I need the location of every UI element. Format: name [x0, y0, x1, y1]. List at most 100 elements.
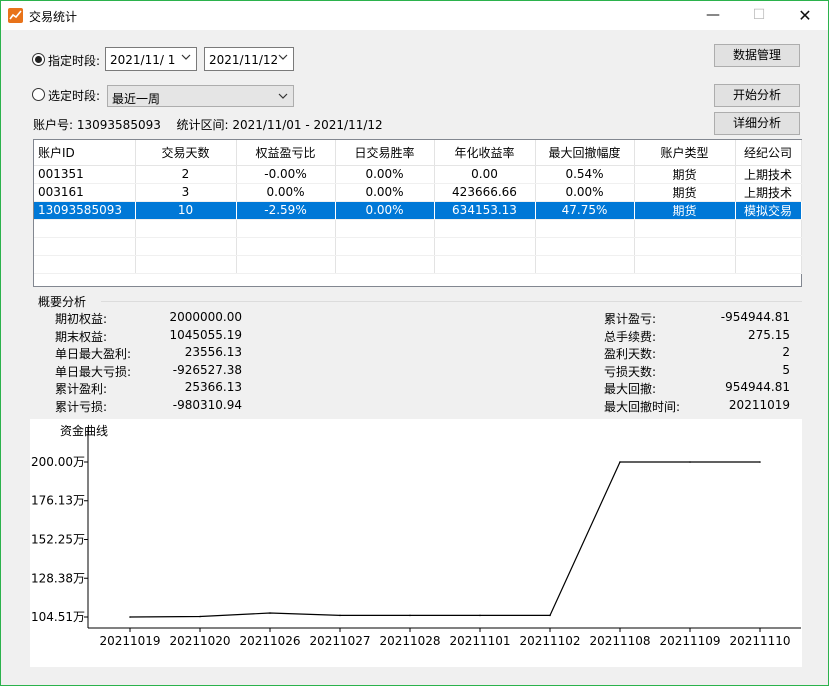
cell-trade-days: 3 [135, 183, 237, 202]
summary-label: 累计亏损: [55, 400, 108, 414]
summary-label: 期初权益: [55, 312, 108, 326]
summary-value: 954944.81 [725, 380, 790, 394]
chevron-down-icon [278, 93, 288, 99]
cell-win-rate: 0.00% [335, 201, 435, 220]
preset-period-radio[interactable] [32, 88, 45, 101]
end-date-picker[interactable]: 2021/11/12 [204, 47, 294, 71]
maximize-icon[interactable]: ☐ [736, 1, 782, 30]
summary-value: 25366.13 [184, 380, 242, 394]
x-tick-label: 20211028 [379, 634, 440, 648]
y-tick-label: 176.13万 [31, 494, 85, 508]
end-date-value: 2021/11/12 [209, 53, 279, 67]
table-row-selected[interactable]: 13093585093 10 -2.59% 0.00% 634153.13 47… [34, 201, 802, 220]
detail-analysis-button[interactable]: 详细分析 [714, 112, 800, 135]
empty-row [34, 255, 802, 274]
summary-divider [101, 301, 802, 302]
range-value: 2021/11/01 - 2021/11/12 [232, 118, 383, 132]
summary-label: 单日最大盈利: [55, 347, 132, 361]
summary-value: 2000000.00 [169, 310, 242, 324]
account-info: 账户号: 13093585093 统计区间: 2021/11/01 - 2021… [33, 116, 383, 133]
col-header-win-rate[interactable]: 日交易胜率 [335, 140, 435, 166]
summary-label: 亏损天数: [604, 365, 657, 379]
close-icon[interactable]: ✕ [782, 1, 828, 30]
equity-data-point [689, 461, 691, 463]
preset-period-value: 最近一周 [112, 92, 161, 106]
summary-label: 最大回撤: [604, 382, 657, 396]
table-row[interactable]: 001351 2 -0.00% 0.00% 0.00 0.54% 期货 上期技术 [34, 165, 802, 184]
equity-data-point [129, 616, 131, 618]
equity-data-point [619, 461, 621, 463]
account-value: 13093585093 [76, 118, 161, 132]
summary-value: 2 [782, 345, 790, 359]
x-tick-label: 20211109 [659, 634, 720, 648]
preset-period-select[interactable]: 最近一周 [107, 85, 294, 107]
x-tick-label: 20211027 [309, 634, 370, 648]
summary-value: 275.15 [748, 328, 790, 342]
x-tick-label: 20211101 [449, 634, 510, 648]
equity-data-point [759, 461, 761, 463]
start-date-value: 2021/11/ 1 [110, 53, 176, 67]
chart-app-icon [8, 8, 23, 23]
cell-pnl-ratio: 0.00% [236, 183, 336, 202]
cell-max-drawdown: 47.75% [535, 201, 635, 220]
table-row[interactable]: 003161 3 0.00% 0.00% 423666.66 0.00% 期货 … [34, 183, 802, 202]
col-header-broker[interactable]: 经纪公司 [735, 140, 802, 166]
x-tick-label: 20211110 [729, 634, 790, 648]
y-tick-label: 128.38万 [31, 571, 85, 585]
cell-account-type: 期货 [634, 165, 736, 184]
x-tick-label: 20211026 [239, 634, 300, 648]
empty-row [34, 237, 802, 256]
summary-value: -926527.38 [172, 363, 242, 377]
summary-label: 最大回撤时间: [604, 400, 681, 414]
y-tick-label: 200.00万 [31, 455, 85, 469]
summary-item: 单日最大盈利: 23556.13 [55, 345, 242, 363]
cell-trade-days: 2 [135, 165, 237, 184]
col-header-pnl-ratio[interactable]: 权益盈亏比 [236, 140, 336, 166]
col-header-account-type[interactable]: 账户类型 [634, 140, 736, 166]
equity-data-point [199, 615, 201, 618]
cell-win-rate: 0.00% [335, 183, 435, 202]
summary-item: 最大回撤: 954944.81 [604, 380, 790, 398]
summary-item: 期初权益: 2000000.00 [55, 310, 242, 328]
accounts-table[interactable]: 账户ID 交易天数 权益盈亏比 日交易胜率 年化收益率 最大回撤幅度 账户类型 … [33, 139, 802, 287]
col-header-max-drawdown[interactable]: 最大回撤幅度 [535, 140, 635, 166]
y-tick-label: 152.25万 [31, 533, 85, 547]
summary-value: 5 [782, 363, 790, 377]
x-tick-label: 20211020 [169, 634, 230, 648]
data-manage-button[interactable]: 数据管理 [714, 44, 800, 67]
cell-broker: 上期技术 [735, 165, 802, 184]
start-date-picker[interactable]: 2021/11/ 1 [105, 47, 197, 71]
equity-data-point [549, 614, 551, 617]
summary-item: 单日最大亏损: -926527.38 [55, 363, 242, 381]
cell-trade-days: 10 [135, 201, 237, 220]
cell-pnl-ratio: -0.00% [236, 165, 336, 184]
x-tick-label: 20211102 [519, 634, 580, 648]
equity-data-point [269, 612, 271, 614]
empty-row [34, 219, 802, 238]
summary-label: 累计盈利: [55, 382, 108, 396]
fixed-period-radio[interactable] [32, 53, 45, 66]
summary-label: 单日最大亏损: [55, 365, 132, 379]
cell-annual-return: 423666.66 [434, 183, 536, 202]
cell-annual-return: 0.00 [434, 165, 536, 184]
chevron-down-icon [181, 54, 191, 60]
equity-data-point [409, 614, 411, 617]
summary-value: 20211019 [728, 398, 790, 412]
cell-account-id: 001351 [34, 165, 136, 184]
col-header-account-id[interactable]: 账户ID [34, 140, 136, 166]
cell-account-type: 期货 [634, 201, 736, 220]
equity-series-line [129, 461, 760, 618]
col-header-annual-return[interactable]: 年化收益率 [434, 140, 536, 166]
cell-account-id: 003161 [34, 183, 136, 202]
minimize-icon[interactable]: — [690, 1, 736, 30]
cell-max-drawdown: 0.54% [535, 165, 635, 184]
cell-win-rate: 0.00% [335, 165, 435, 184]
equity-data-point [479, 614, 481, 617]
trade-stats-window: 交易统计 — ☐ ✕ 指定时段: 2021/11/ 1 2021/11/12 选… [0, 0, 829, 686]
start-analysis-button[interactable]: 开始分析 [714, 84, 800, 107]
cell-account-id: 13093585093 [34, 201, 136, 220]
cell-broker: 模拟交易 [735, 201, 802, 220]
col-header-trade-days[interactable]: 交易天数 [135, 140, 237, 166]
summary-item: 累计盈利: 25366.13 [55, 380, 242, 398]
summary-value: 23556.13 [184, 345, 242, 359]
